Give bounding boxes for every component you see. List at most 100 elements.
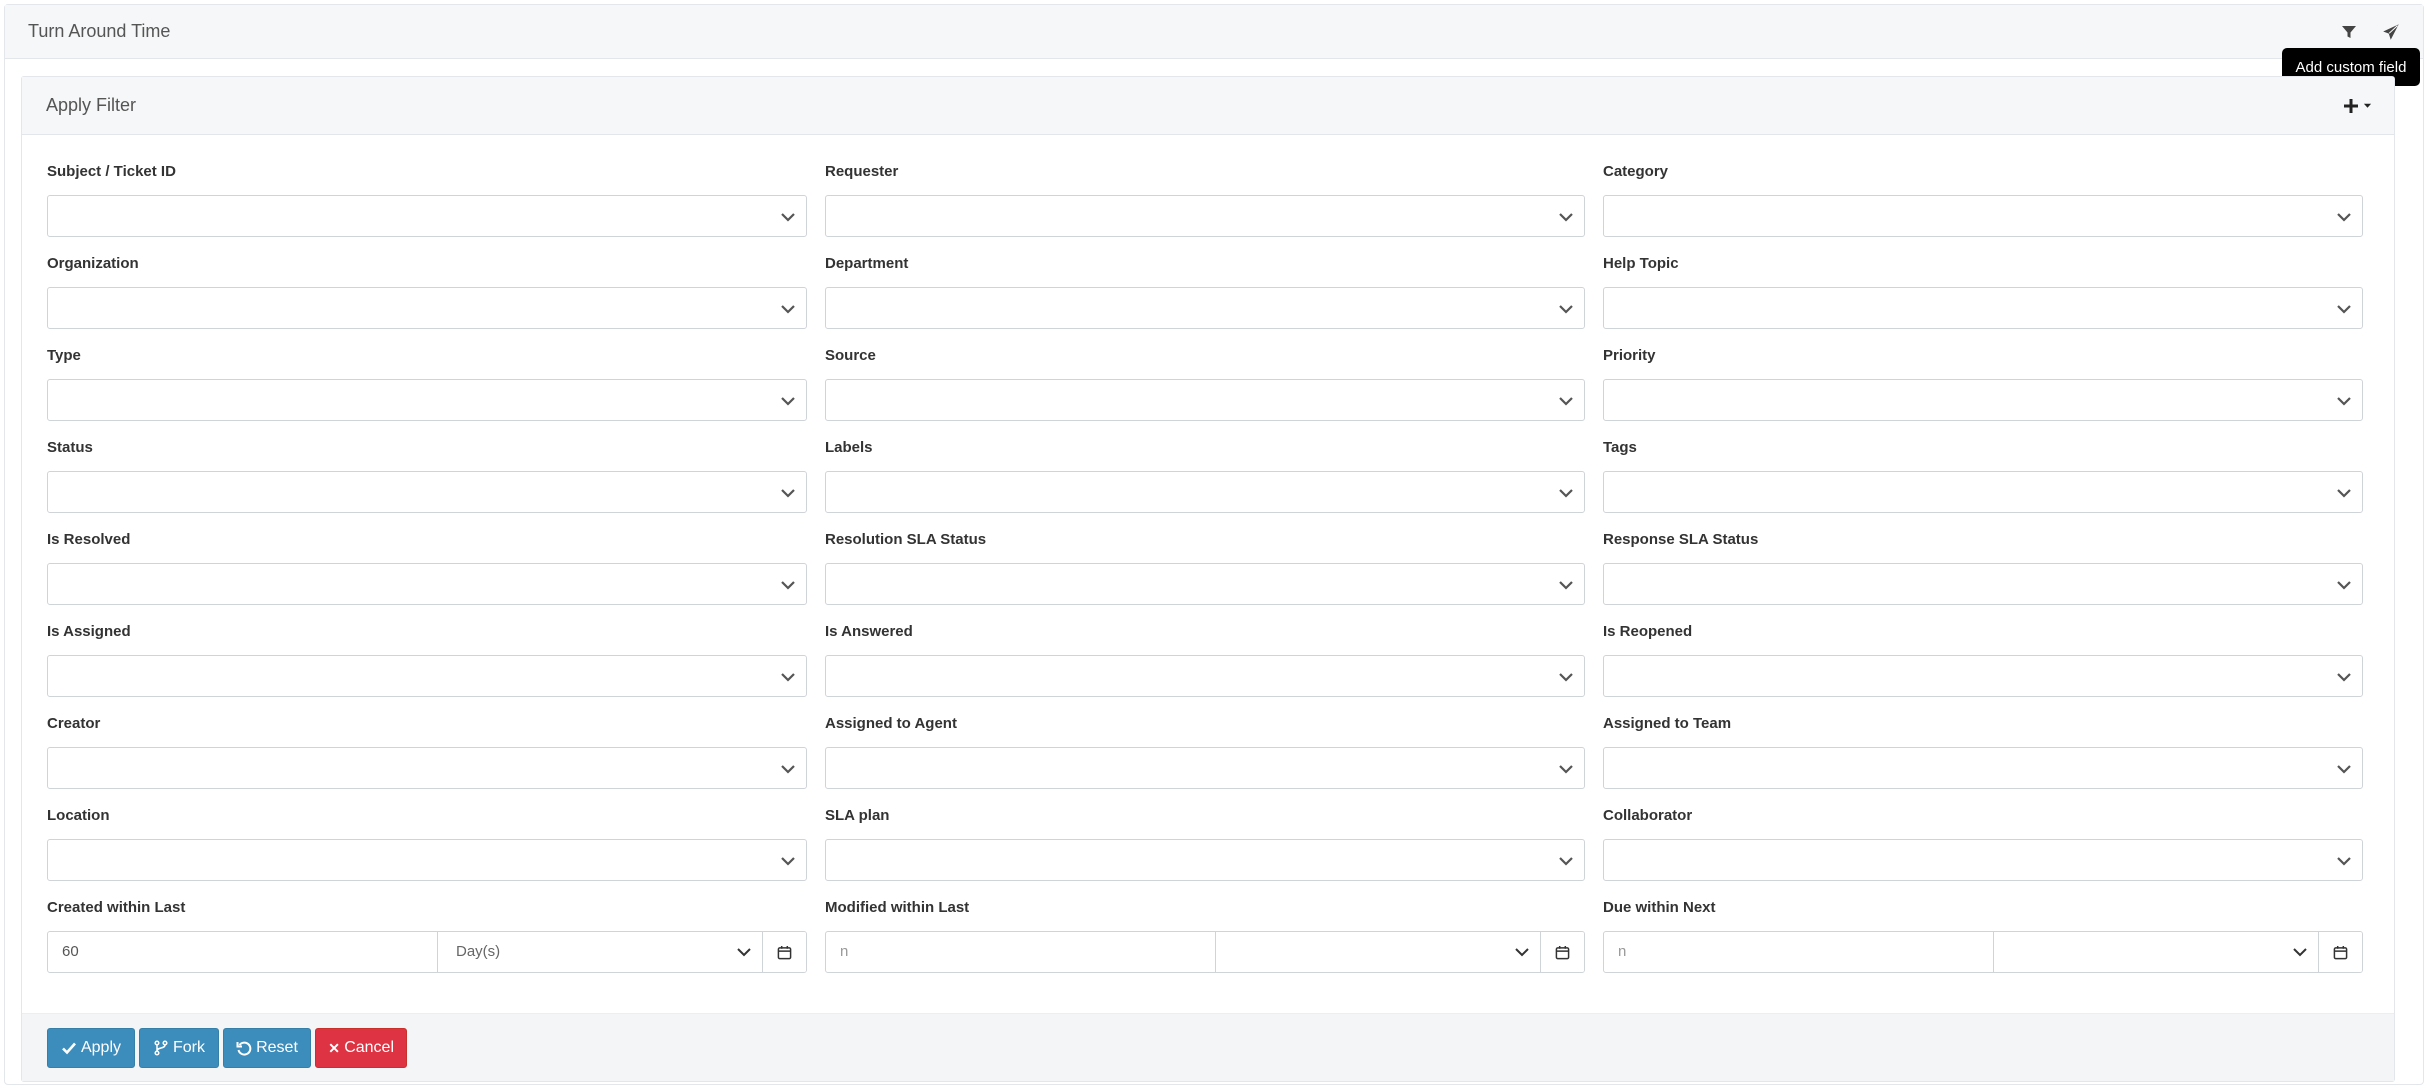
reset-button[interactable]: Reset: [223, 1028, 311, 1068]
due-within-input[interactable]: n: [1604, 932, 1994, 972]
created-within-input[interactable]: 60: [48, 932, 438, 972]
reset-label: Reset: [256, 1039, 298, 1056]
chevron-down-icon: [2337, 489, 2351, 498]
filter-field-modified-within: Modified within Last n: [825, 893, 1585, 985]
unit-value: Day(s): [456, 943, 501, 960]
field-label: Modified within Last: [825, 899, 970, 916]
location-select[interactable]: [47, 839, 807, 881]
source-select[interactable]: [825, 379, 1585, 421]
tags-select[interactable]: [1603, 471, 2363, 513]
field-label: Due within Next: [1603, 899, 1716, 916]
filter-field-creator: Creator: [47, 709, 807, 801]
filter-field-status: Status: [47, 433, 807, 525]
filter-footer: Apply Fork Reset Cancel: [22, 1013, 2394, 1081]
filter-field-requester: Requester: [825, 157, 1585, 249]
field-label: Is Answered: [825, 623, 913, 640]
field-label: Collaborator: [1603, 807, 1693, 824]
fork-icon: [154, 1040, 168, 1056]
is-reopened-select[interactable]: [1603, 655, 2363, 697]
priority-select[interactable]: [1603, 379, 2363, 421]
field-label: Resolution SLA Status: [825, 531, 987, 548]
modified-within-unit-select[interactable]: [1216, 932, 1541, 972]
chevron-down-icon: [781, 305, 795, 314]
sla-plan-select[interactable]: [825, 839, 1585, 881]
assigned-team-select[interactable]: [1603, 747, 2363, 789]
created-within-unit-select[interactable]: Day(s): [438, 932, 763, 972]
chevron-down-icon: [2337, 857, 2351, 866]
close-icon: [329, 1043, 339, 1053]
chevron-down-icon: [737, 948, 751, 957]
chevron-down-icon: [1515, 948, 1529, 957]
chevron-down-icon: [1559, 305, 1573, 314]
collaborator-select[interactable]: [1603, 839, 2363, 881]
chevron-down-icon: [1559, 397, 1573, 406]
chevron-down-icon: [2337, 397, 2351, 406]
is-resolved-select[interactable]: [47, 563, 807, 605]
help-topic-select[interactable]: [1603, 287, 2363, 329]
field-label: Category: [1603, 163, 1669, 180]
filter-field-type: Type: [47, 341, 807, 433]
labels-select[interactable]: [825, 471, 1585, 513]
field-label: SLA plan: [825, 807, 890, 824]
filter-field-assigned-team: Assigned to Team: [1603, 709, 2363, 801]
is-assigned-select[interactable]: [47, 655, 807, 697]
type-select[interactable]: [47, 379, 807, 421]
field-label: Organization: [47, 255, 139, 272]
modified-calendar-button[interactable]: [1541, 932, 1584, 972]
requester-select[interactable]: [825, 195, 1585, 237]
fork-button[interactable]: Fork: [139, 1028, 219, 1068]
created-calendar-button[interactable]: [763, 932, 806, 972]
cancel-button[interactable]: Cancel: [315, 1028, 407, 1068]
creator-select[interactable]: [47, 747, 807, 789]
filter-field-created-within: Created within Last 60 Day(s): [47, 893, 807, 985]
calendar-icon: [2333, 945, 2348, 959]
filter-field-is-reopened: Is Reopened: [1603, 617, 2363, 709]
apply-button[interactable]: Apply: [47, 1028, 135, 1068]
field-label: Type: [47, 347, 81, 364]
apply-filter-header: Apply Filter: [22, 77, 2394, 135]
due-calendar-button[interactable]: [2319, 932, 2362, 972]
field-label: Is Reopened: [1603, 623, 1693, 640]
chevron-down-icon: [2337, 213, 2351, 222]
assigned-agent-select[interactable]: [825, 747, 1585, 789]
caret-down-icon: [2363, 103, 2372, 108]
filter-field-department: Department: [825, 249, 1585, 341]
filter-field-sla-plan: SLA plan: [825, 801, 1585, 893]
filter-field-organization: Organization: [47, 249, 807, 341]
chevron-down-icon: [1559, 673, 1573, 682]
field-label: Created within Last: [47, 899, 186, 916]
modified-within-input[interactable]: n: [826, 932, 1216, 972]
chevron-down-icon: [781, 581, 795, 590]
field-label: Is Resolved: [47, 531, 131, 548]
apply-label: Apply: [80, 1039, 122, 1056]
chevron-down-icon: [781, 397, 795, 406]
filter-field-source: Source: [825, 341, 1585, 433]
due-within-unit-select[interactable]: [1994, 932, 2319, 972]
add-custom-field-button[interactable]: [2343, 98, 2372, 114]
organization-select[interactable]: [47, 287, 807, 329]
field-label: Subject / Ticket ID: [47, 163, 176, 180]
chevron-down-icon: [781, 673, 795, 682]
status-select[interactable]: [47, 471, 807, 513]
chevron-down-icon: [781, 489, 795, 498]
field-label: Location: [47, 807, 110, 824]
field-label: Source: [825, 347, 876, 364]
chevron-down-icon: [1559, 489, 1573, 498]
resolution-sla-select[interactable]: [825, 563, 1585, 605]
filter-field-is-assigned: Is Assigned: [47, 617, 807, 709]
filter-field-is-answered: Is Answered: [825, 617, 1585, 709]
category-select[interactable]: [1603, 195, 2363, 237]
chevron-down-icon: [2337, 305, 2351, 314]
is-answered-select[interactable]: [825, 655, 1585, 697]
field-label: Labels: [825, 439, 873, 456]
calendar-icon: [1555, 945, 1570, 959]
chevron-down-icon: [2337, 581, 2351, 590]
subject-select[interactable]: [47, 195, 807, 237]
send-icon[interactable]: [2381, 22, 2401, 42]
department-select[interactable]: [825, 287, 1585, 329]
response-sla-select[interactable]: [1603, 563, 2363, 605]
chevron-down-icon: [781, 213, 795, 222]
cancel-label: Cancel: [344, 1039, 394, 1056]
field-label: Status: [47, 439, 93, 456]
filter-icon[interactable]: [2339, 22, 2359, 42]
